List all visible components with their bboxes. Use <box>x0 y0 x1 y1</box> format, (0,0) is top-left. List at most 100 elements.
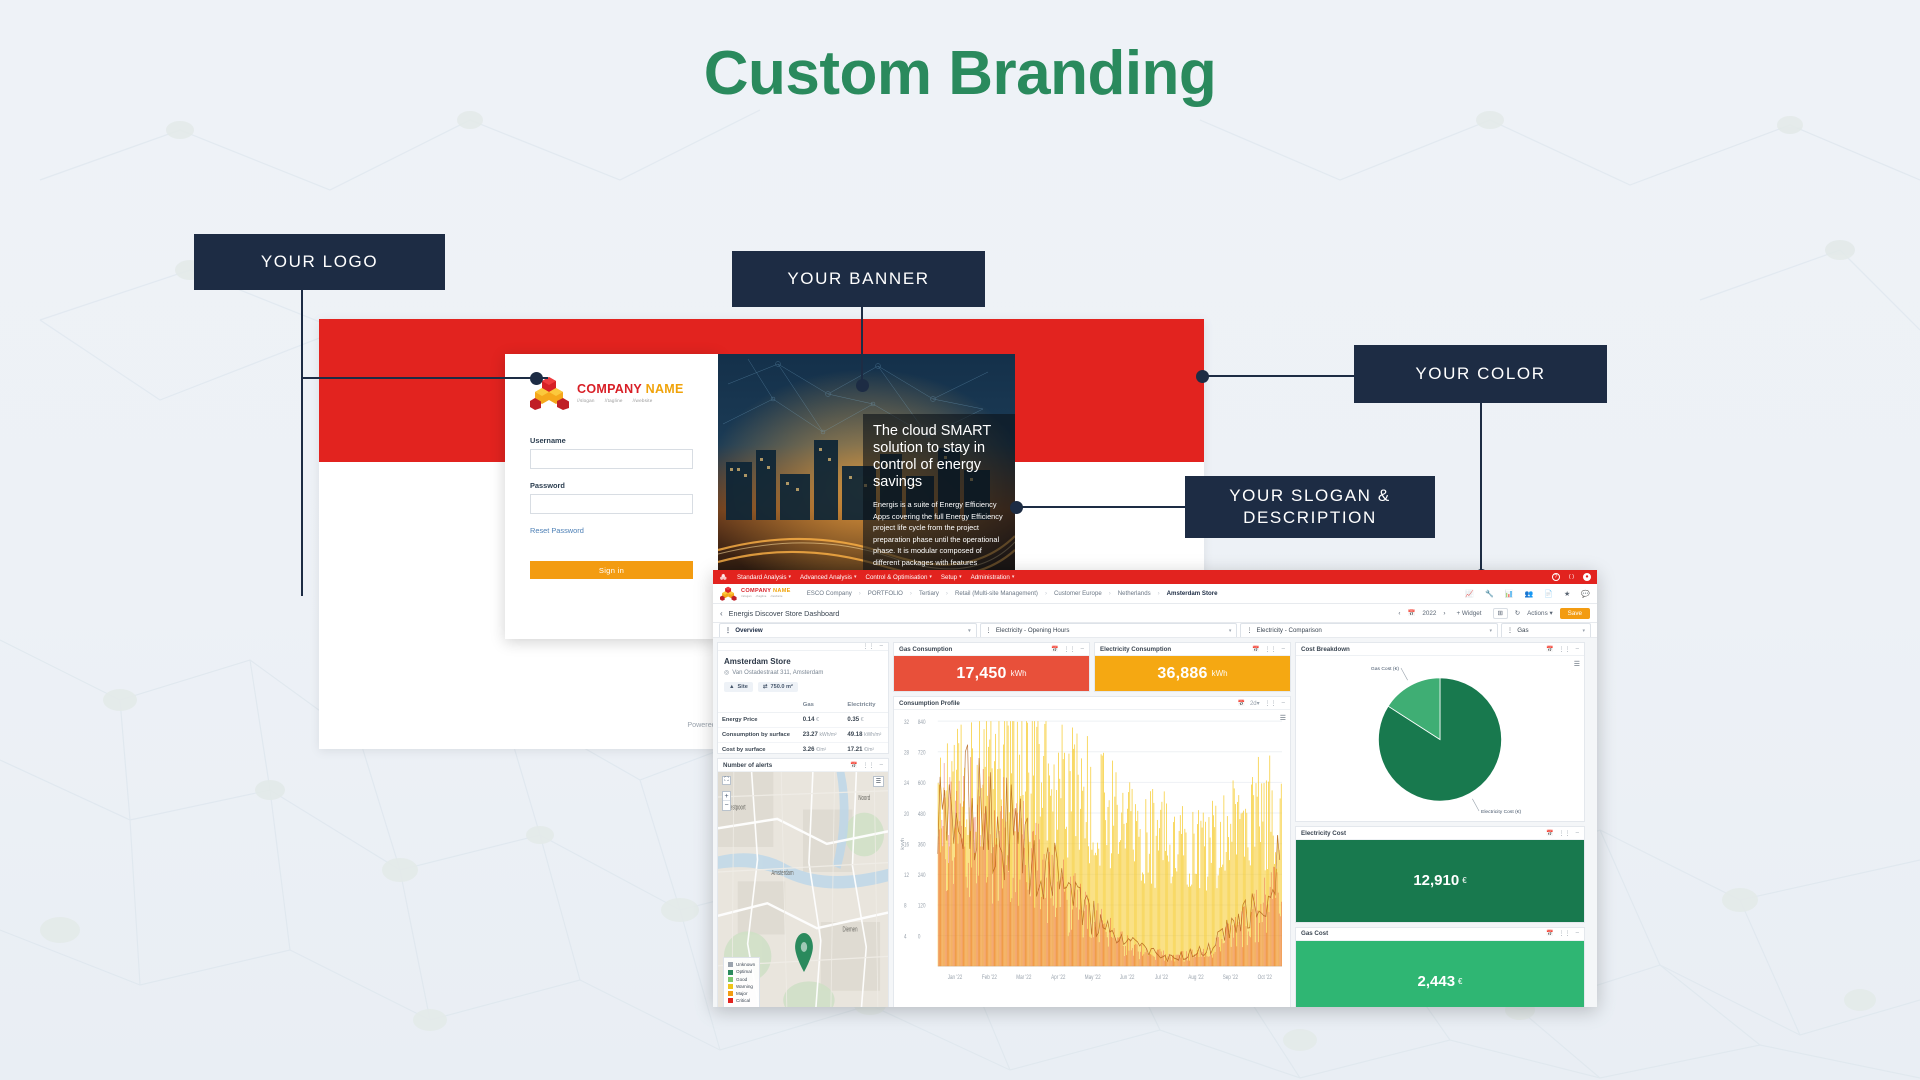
breadcrumb-bar: COMPANY NAME //slogan //tagline //websit… <box>713 584 1597 604</box>
move-icon[interactable]: ⋮⋮ <box>1064 646 1076 653</box>
user-icon[interactable]: ● <box>1583 573 1591 581</box>
legend-swatch <box>728 997 733 1003</box>
period-prev-button[interactable]: ‹ <box>1398 610 1400 617</box>
move-icon[interactable]: ⋮⋮ <box>1265 646 1277 653</box>
move-icon[interactable]: ⋮⋮ <box>1265 700 1277 707</box>
cost-breakdown-title: Cost Breakdown <box>1301 645 1350 653</box>
help-icon[interactable]: ? <box>1551 573 1560 581</box>
save-button[interactable]: Save <box>1559 607 1590 619</box>
chevron-down-icon[interactable]: ▾ <box>1490 628 1493 634</box>
minimize-icon[interactable]: – <box>1576 930 1579 937</box>
move-icon[interactable]: ⋮⋮ <box>863 762 875 769</box>
breadcrumb-item-esco[interactable]: ESCO Company <box>807 590 852 597</box>
chevron-down-icon[interactable]: ▾ <box>1583 628 1586 634</box>
calendar-icon[interactable]: 📅 <box>1237 700 1244 707</box>
chart-icon[interactable]: 📈 <box>1465 590 1474 598</box>
company-tagline: //tagline <box>604 398 623 404</box>
breadcrumb-item-customer-europe[interactable]: Customer Europe <box>1054 590 1102 597</box>
chevron-down-icon[interactable]: ▾ <box>968 628 971 634</box>
breadcrumb-item-netherlands[interactable]: Netherlands <box>1118 590 1151 597</box>
move-icon[interactable]: ⋮⋮ <box>1559 930 1571 937</box>
breadcrumb-item-portfolio[interactable]: PORTFOLIO <box>868 590 903 597</box>
add-widget-button[interactable]: + Widget <box>1452 608 1486 618</box>
chart-menu-icon[interactable]: ☰ <box>1280 714 1286 722</box>
tab-electricity-comparison[interactable]: ⋮ Electricity - Comparison ▾ <box>1240 623 1499 637</box>
tab-electricity-opening-hours[interactable]: ⋮ Electricity - Opening Hours ▾ <box>979 623 1238 637</box>
minimize-icon[interactable]: – <box>1282 646 1285 653</box>
svg-text:20: 20 <box>904 811 909 818</box>
tab-overview[interactable]: ⋮ Overview ▾ <box>719 623 977 637</box>
login-logo-row: COMPANY NAME //slogan //tagline //websit… <box>530 376 693 410</box>
period-value[interactable]: 2022 <box>1422 610 1436 617</box>
svg-text:Gas Cost (€): Gas Cost (€) <box>1371 666 1399 672</box>
minimize-icon[interactable]: – <box>1576 646 1579 653</box>
calendar-icon[interactable]: 📅 <box>1546 930 1553 937</box>
comment-icon[interactable]: 💬 <box>1581 590 1590 598</box>
gas-cost-card: Gas Cost 📅 ⋮⋮ – 2,443 € <box>1295 926 1585 1007</box>
period-next-button[interactable]: › <box>1443 610 1445 617</box>
minimize-icon[interactable]: – <box>1081 646 1084 653</box>
actions-dropdown[interactable]: Actions ▾ <box>1527 610 1553 617</box>
menu-setup[interactable]: Setup ▾ <box>941 574 962 581</box>
menu-administration[interactable]: Administration ▾ <box>971 574 1015 581</box>
site-card-header: . ⋮⋮ – <box>718 643 888 651</box>
username-input[interactable] <box>530 449 693 469</box>
chart-menu-icon[interactable]: ☰ <box>1574 660 1580 668</box>
breadcrumb-item-retail[interactable]: Retail (Multi-site Management) <box>955 590 1038 597</box>
cell-elec-energy-price: 0.35 € <box>843 712 888 728</box>
minimize-icon[interactable]: – <box>880 762 883 769</box>
refresh-icon[interactable]: ↻ <box>1515 610 1520 617</box>
breadcrumb-tool-icons: 📈 🔧 📊 👥 📄 ★ 💬 <box>1465 590 1590 598</box>
layout-icon[interactable]: ⊞ <box>1492 607 1508 619</box>
map-layers-icon[interactable]: ☰ <box>873 776 884 787</box>
tab-gas[interactable]: ⋮ Gas ▾ <box>1501 623 1592 637</box>
sign-in-button[interactable]: Sign in <box>530 561 693 579</box>
calendar-icon[interactable]: 📅 <box>850 762 857 769</box>
kpi-unit: kWh <box>1010 669 1027 678</box>
people-icon[interactable]: 👥 <box>1525 590 1534 598</box>
kpi-unit: kWh <box>1211 669 1228 678</box>
site-address-row: ◎ Van Ostadestraat 311, Amsterdam <box>724 669 888 677</box>
dashboard-title: Energis Discover Store Dashboard <box>728 608 840 618</box>
language-icon[interactable]: ( ) <box>1569 574 1574 580</box>
leader-line-logo-horizontal <box>301 377 548 379</box>
dashboard-brand-icon <box>720 573 727 580</box>
move-icon[interactable]: ⋮⋮ <box>1559 646 1571 653</box>
password-input[interactable] <box>530 494 693 514</box>
reset-password-link[interactable]: Reset Password <box>530 526 693 535</box>
menu-control-optimisation[interactable]: Control & Optimisation ▾ <box>866 574 932 581</box>
location-pin-icon: ◎ <box>724 670 730 676</box>
callout-your-slogan: YOUR SLOGAN & DESCRIPTION <box>1185 476 1435 538</box>
breadcrumb-item-tertiary[interactable]: Tertiary <box>919 590 939 597</box>
granularity-dropdown[interactable]: 2d▾ <box>1250 700 1260 707</box>
move-icon[interactable]: ⋮⋮ <box>863 643 875 650</box>
svg-text:Mar '22: Mar '22 <box>1016 974 1031 981</box>
breadcrumb-separator: › <box>945 590 948 597</box>
menu-advanced-analysis[interactable]: Advanced Analysis ▾ <box>800 574 856 581</box>
menu-standard-analysis[interactable]: Standard Analysis ▾ <box>737 574 791 581</box>
wrench-icon[interactable]: 🔧 <box>1485 590 1494 598</box>
grip-icon: ⋮ <box>725 627 732 634</box>
move-icon[interactable]: ⋮⋮ <box>1559 830 1571 837</box>
calendar-icon[interactable]: 📅 <box>1252 646 1259 653</box>
back-chevron-left-icon[interactable]: ‹ <box>720 609 723 618</box>
calendar-icon[interactable]: 📅 <box>1546 646 1553 653</box>
star-icon[interactable]: ★ <box>1564 590 1570 598</box>
map-zoom-out-button[interactable]: − <box>723 801 730 810</box>
map-fullscreen-button[interactable]: ⛶ <box>722 776 731 785</box>
map-zoom-in-button[interactable]: + <box>723 792 730 801</box>
calendar-icon[interactable]: 📅 <box>1546 830 1553 837</box>
svg-text:Oct '22: Oct '22 <box>1258 974 1272 981</box>
table-row: Energy Price 0.14 € 0.35 € <box>718 712 888 728</box>
alerts-map[interactable]: Amsterdam Diemen Westpoort Noord ⛶ + − ☰… <box>718 772 888 1007</box>
breadcrumb-item-amsterdam-store[interactable]: Amsterdam Store <box>1167 590 1218 597</box>
minimize-icon[interactable]: – <box>1576 830 1579 837</box>
minimize-icon[interactable]: – <box>1282 700 1285 707</box>
doc-icon[interactable]: 📄 <box>1544 590 1553 598</box>
chevron-down-icon[interactable]: ▾ <box>1229 628 1232 634</box>
svg-text:Noord: Noord <box>858 795 870 802</box>
bars-icon[interactable]: 📊 <box>1505 590 1514 598</box>
calendar-icon[interactable]: 📅 <box>1051 646 1058 653</box>
minimize-icon[interactable]: – <box>880 643 883 650</box>
callout-label: YOUR COLOR <box>1415 363 1546 383</box>
